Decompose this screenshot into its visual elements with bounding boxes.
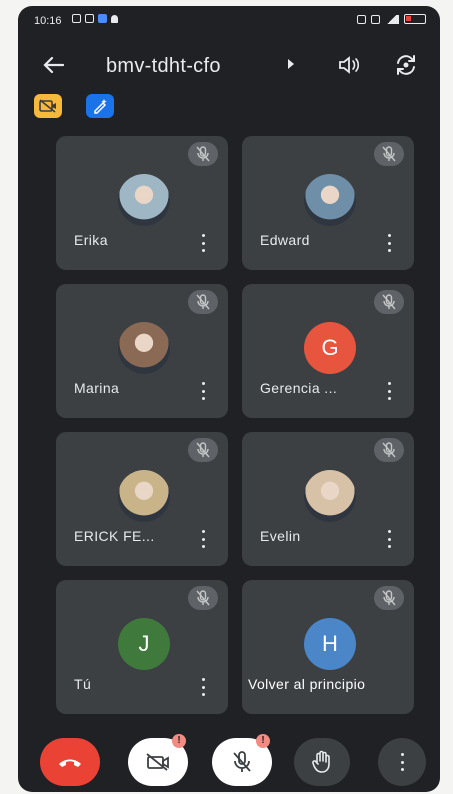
settings-status-icon — [85, 14, 94, 23]
participant-more-icon[interactable] — [384, 528, 394, 550]
app-notification-icon — [98, 14, 107, 23]
participant-avatar — [118, 470, 170, 522]
mic-off-icon — [233, 751, 251, 772]
muted-mic-icon — [374, 586, 404, 610]
participant-name: Erika — [74, 232, 108, 248]
status-system-icons — [357, 14, 426, 24]
status-bar: 10:16 — [18, 6, 440, 36]
meeting-header: bmv-tdht-cfo — [18, 36, 440, 92]
muted-mic-icon — [374, 438, 404, 462]
camera-alert-badge: ! — [172, 734, 186, 748]
muted-mic-icon — [374, 290, 404, 314]
muted-mic-icon — [188, 586, 218, 610]
participant-tile[interactable]: Marina — [56, 284, 228, 418]
bluetooth-icon — [371, 14, 380, 24]
raise-hand-button[interactable] — [294, 738, 350, 786]
camera-toggle-button[interactable]: ! — [128, 734, 188, 786]
back-arrow-icon — [43, 56, 64, 74]
participant-tile[interactable]: J Tú — [56, 580, 228, 714]
participant-tile[interactable]: G Gerencia ... — [242, 284, 414, 418]
muted-mic-icon — [188, 142, 218, 166]
participant-more-icon[interactable] — [198, 232, 208, 254]
participant-avatar — [304, 174, 356, 226]
muted-mic-icon — [374, 142, 404, 166]
participant-more-icon[interactable] — [198, 528, 208, 550]
chevron-right-icon[interactable] — [288, 59, 294, 69]
participant-name: Edward — [260, 232, 310, 248]
participant-tile[interactable]: ERICK FE... — [56, 432, 228, 566]
bell-icon — [111, 14, 118, 23]
participant-avatar — [118, 174, 170, 226]
participant-avatar: G — [304, 322, 356, 374]
switch-camera-button[interactable] — [392, 51, 420, 79]
muted-mic-icon — [188, 438, 218, 462]
hand-icon — [312, 750, 330, 773]
more-vert-icon — [400, 753, 404, 771]
call-controls: ! ! — [18, 734, 440, 792]
alarm-icon — [357, 14, 366, 24]
microphone-toggle-button[interactable]: ! — [212, 734, 272, 786]
muted-mic-icon — [188, 290, 218, 314]
sparkle-pen-icon — [94, 99, 107, 114]
participant-avatar: J — [118, 618, 170, 670]
participant-more-icon[interactable] — [198, 380, 208, 402]
status-time: 10:16 — [34, 15, 62, 27]
audio-output-button[interactable] — [336, 52, 362, 78]
phone-hangup-icon — [59, 759, 81, 767]
participant-name: Volver al principio — [248, 676, 366, 692]
participant-tile[interactable]: Edward — [242, 136, 414, 270]
switch-camera-icon — [397, 55, 415, 75]
participant-more-icon[interactable] — [384, 232, 394, 254]
meeting-indicators — [34, 94, 114, 118]
speaker-icon — [339, 56, 360, 74]
participant-more-icon[interactable] — [384, 380, 394, 402]
battery-icon — [404, 14, 426, 24]
status-notification-icons — [72, 14, 118, 23]
mic-alert-badge: ! — [256, 734, 270, 748]
hang-up-button[interactable] — [40, 738, 100, 786]
participant-name: ERICK FE... — [74, 528, 155, 544]
participant-tile[interactable]: Erika — [56, 136, 228, 270]
camera-off-icon — [39, 99, 56, 113]
camera-off-indicator[interactable] — [34, 94, 62, 118]
participant-avatar — [118, 322, 170, 374]
meet-app-screen: 10:16 bmv-tdht-cfo Erika Edward Marina G… — [18, 6, 440, 792]
participant-name: Evelin — [260, 528, 301, 544]
participant-name: Gerencia ... — [260, 380, 338, 396]
participant-tile[interactable]: H Volver al principio — [242, 580, 414, 714]
participant-avatar: H — [304, 618, 356, 670]
participant-avatar — [304, 470, 356, 522]
participant-tile[interactable]: Evelin — [242, 432, 414, 566]
screen-record-icon — [72, 14, 81, 23]
effects-indicator[interactable] — [86, 94, 114, 118]
more-options-button[interactable] — [378, 738, 426, 786]
participant-more-icon[interactable] — [198, 676, 208, 698]
participant-name: Tú — [74, 676, 92, 692]
signal-icon — [385, 14, 399, 24]
meeting-code-title[interactable]: bmv-tdht-cfo — [106, 55, 221, 78]
back-button[interactable] — [36, 50, 70, 80]
video-off-icon — [146, 753, 169, 771]
participant-name: Marina — [74, 380, 120, 396]
